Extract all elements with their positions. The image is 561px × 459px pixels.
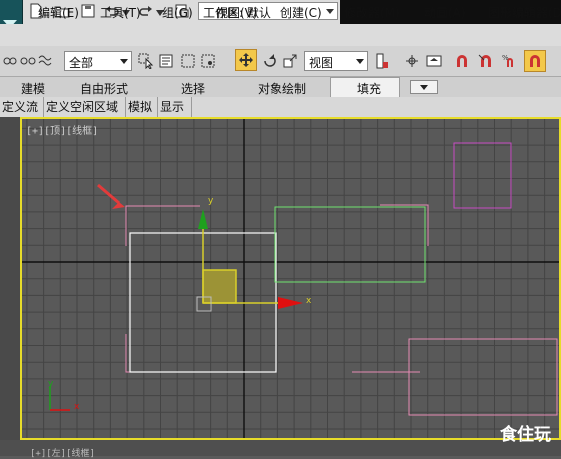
viewport-label[interactable]: [+][顶][线框] [26, 122, 98, 137]
chevron-down-icon [326, 9, 334, 14]
window-crossing-icon[interactable] [200, 53, 216, 69]
spinner-snap-icon [530, 55, 540, 67]
rectangular-selection-icon[interactable] [180, 53, 196, 69]
ribbon-options-dropdown[interactable] [410, 80, 438, 94]
top-viewport[interactable]: y x y x [20, 117, 561, 440]
panel-define-idle-areas[interactable]: 定义空闲区域 [44, 97, 126, 117]
magenta-rectangle [453, 142, 512, 209]
scale-icon[interactable] [282, 53, 298, 69]
save-icon[interactable] [80, 3, 96, 19]
bottom-viewport-label[interactable]: [+][左][线框] [30, 446, 95, 459]
chevron-down-icon [420, 85, 428, 90]
annotation-pointer-shaft [97, 183, 120, 205]
move-icon [239, 53, 253, 67]
menu-animation[interactable]: 动画(A) [424, 4, 466, 21]
selection-filter-dropdown[interactable]: 全部 [64, 51, 132, 71]
select-and-move-button[interactable] [235, 49, 257, 71]
percent-snap-icon[interactable]: % [502, 53, 518, 69]
rotate-icon[interactable] [262, 53, 278, 69]
watermark-text: 食住玩 [500, 425, 551, 445]
reference-coordinate-value: 视图 [309, 56, 334, 70]
panel-display[interactable]: 显示 [158, 97, 192, 117]
select-object-icon[interactable] [138, 53, 154, 69]
pink-rectangle-large [408, 338, 558, 416]
spinner-snap-button[interactable] [524, 50, 546, 72]
angle-snap-icon[interactable] [478, 53, 494, 69]
tripod-y-label: y [48, 379, 54, 389]
menu-create[interactable]: 创建(C) [280, 4, 322, 21]
menu-views[interactable]: 视图(V) [216, 4, 258, 21]
gizmo-x-arrow [278, 297, 303, 309]
reference-coordinate-dropdown[interactable]: 视图 [304, 51, 368, 71]
menu-bar [0, 24, 561, 47]
selection-filter-value: 全部 [69, 56, 94, 70]
chevron-down-icon [120, 59, 128, 64]
bind-spacewarp-icon[interactable] [38, 53, 54, 69]
tab-populate[interactable]: 填充 [357, 80, 381, 97]
tab-object-paint[interactable]: 对象绘制 [258, 80, 306, 97]
snaps-toggle-icon[interactable] [454, 53, 470, 69]
gizmo-x-label: x [306, 296, 312, 306]
svg-text:%: % [502, 54, 509, 62]
tab-modeling[interactable]: 建模 [21, 80, 45, 97]
select-manipulate-icon[interactable] [404, 53, 420, 69]
pink-rectangle-corner-bottom [125, 334, 200, 373]
panel-define-flows[interactable]: 定义流 [0, 97, 44, 117]
pink-rectangle-corner-right [380, 204, 429, 246]
tripod-x-label: x [74, 402, 80, 412]
select-by-name-icon[interactable] [158, 53, 174, 69]
tab-selection[interactable]: 选择 [181, 80, 205, 97]
gizmo-xy-plane [202, 269, 237, 304]
keyboard-shortcut-override-icon[interactable] [426, 53, 442, 69]
viewport-scene [22, 119, 559, 438]
panel-simulate[interactable]: 模拟 [126, 97, 158, 117]
tab-freeform[interactable]: 自由形式 [80, 80, 128, 97]
menu-group[interactable]: 组(G) [162, 4, 193, 21]
menu-modifiers[interactable]: 修改器(M) [344, 4, 400, 21]
viewport-grid [22, 119, 559, 438]
unlink-icon[interactable] [20, 53, 36, 69]
menu-edit[interactable]: 编辑(E) [38, 4, 79, 21]
menu-graph-editors[interactable]: 图形编辑器(D) [488, 4, 561, 21]
left-panel-strip [0, 117, 20, 456]
pivot-center-icon[interactable] [374, 53, 390, 69]
gizmo-y-label: y [208, 196, 214, 206]
link-icon[interactable] [2, 53, 18, 69]
menu-tools[interactable]: 工具(T) [100, 4, 141, 21]
chevron-down-icon [356, 59, 364, 64]
green-rectangle [274, 206, 426, 283]
